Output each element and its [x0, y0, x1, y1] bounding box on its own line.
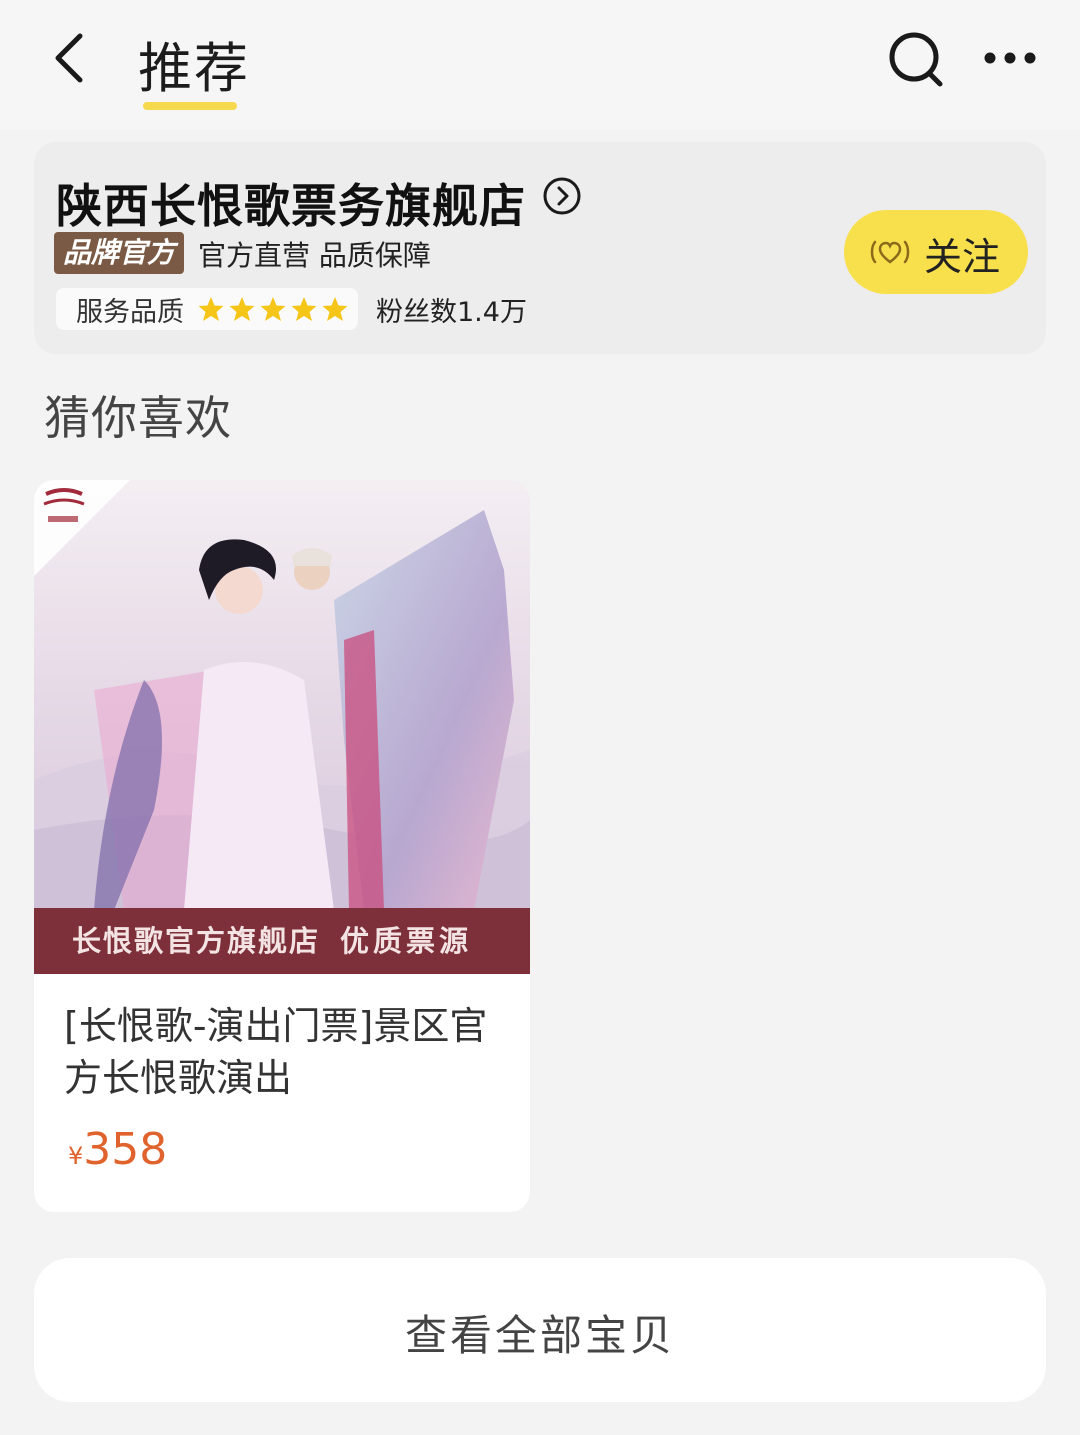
- star-icon: [260, 297, 286, 321]
- product-title[interactable]: [长恨歌-演出门票]景区官方长恨歌演出: [64, 1000, 504, 1104]
- product-banner: 长恨歌官方旗舰店 优质票源: [34, 908, 530, 974]
- banner-quality-text: 优质票源: [340, 924, 473, 958]
- more-button[interactable]: [980, 40, 1040, 76]
- section-title-guess-you-like: 猜你喜欢: [44, 391, 232, 445]
- view-all-items-label: 查看全部宝贝: [404, 1311, 675, 1360]
- active-tab-indicator: [143, 102, 237, 110]
- more-horizontal-icon: [984, 52, 1036, 64]
- follow-button[interactable]: 关注: [844, 210, 1028, 294]
- chevron-right-circle-icon: [543, 177, 581, 215]
- product-card[interactable]: 长恨歌官方旗舰店 优质票源 [长恨歌-演出门票]景区官方长恨歌演出 ¥358: [34, 480, 530, 1212]
- view-all-items-button[interactable]: 查看全部宝贝: [34, 1258, 1046, 1402]
- star-icon: [198, 297, 224, 321]
- top-bar: 推荐: [0, 0, 1080, 130]
- brand-official-badge: 品牌官方: [54, 232, 184, 274]
- store-detail-button[interactable]: [542, 176, 582, 216]
- tab-recommend[interactable]: 推荐: [138, 24, 250, 103]
- star-icon: [291, 297, 317, 321]
- search-icon: [889, 32, 943, 87]
- service-quality-label: 服务品质: [76, 297, 184, 328]
- store-name[interactable]: 陕西长恨歌票务旗舰店: [56, 170, 526, 236]
- store-description: 官方直营 品质保障: [198, 239, 431, 272]
- follow-label: 关注: [924, 235, 1001, 279]
- banner-store-text: 长恨歌官方旗舰店: [72, 924, 321, 958]
- store-card[interactable]: 陕西长恨歌票务旗舰店 品牌官方 官方直营 品质保障 服务品质 粉丝数1.4万 关…: [34, 142, 1046, 354]
- star-icon: [322, 297, 348, 321]
- search-button[interactable]: [884, 28, 948, 92]
- fans-count: 粉丝数1.4万: [376, 297, 527, 328]
- live-heart-icon: [870, 240, 910, 264]
- price-currency: ¥: [68, 1142, 84, 1170]
- price-value: 358: [83, 1124, 168, 1175]
- product-price: ¥358: [68, 1124, 167, 1175]
- chevron-left-icon: [55, 33, 83, 83]
- back-button[interactable]: [44, 28, 104, 88]
- star-icon: [229, 297, 255, 321]
- service-quality: 服务品质: [56, 288, 358, 330]
- product-image[interactable]: [34, 480, 530, 910]
- rating-stars: [198, 297, 348, 321]
